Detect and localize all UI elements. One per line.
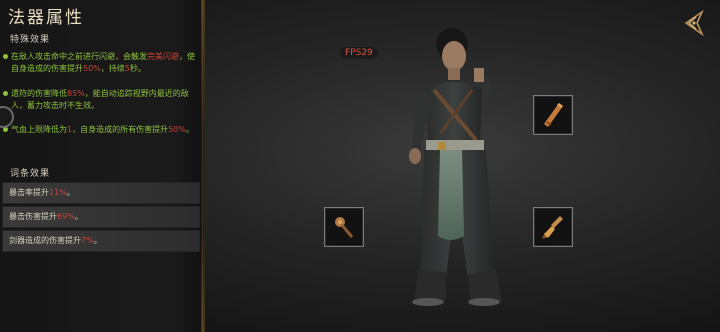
entry-effects-header: 词条效果 xyxy=(10,169,51,179)
special-effect-3: 气血上限降低为1，自身造成的所有伤害提升50%。 xyxy=(3,124,197,136)
item-attribute-panel: 法器属性 特殊效果 在敌人攻击命中之前进行闪避，会触发完美闪避，使自身造成的伤害… xyxy=(0,0,203,332)
entry-row-1: 暴击率提升11%。 xyxy=(2,182,200,204)
brush-item-icon xyxy=(542,216,563,239)
special-effects-header: 特殊效果 xyxy=(10,35,51,45)
bullet-icon xyxy=(3,91,8,96)
equip-slot-bottom-right[interactable] xyxy=(533,207,573,247)
equip-slot-top-right[interactable] xyxy=(533,95,573,135)
entry-row-3: 剑器造成的伤害提升7%。 xyxy=(2,230,200,252)
panel-title: 法器属性 xyxy=(8,8,84,28)
equip-slot-left[interactable] xyxy=(324,207,364,247)
back-button[interactable] xyxy=(678,8,708,38)
back-arrow-icon xyxy=(684,9,704,37)
staff-item-icon xyxy=(335,217,354,238)
fps-counter: FPS29 xyxy=(340,47,378,59)
panel-border xyxy=(201,0,205,332)
special-effect-1: 在敌人攻击命中之前进行闪避，会触发完美闪避，使自身造成的伤害提升50%，持续5秒… xyxy=(3,51,197,75)
character-model xyxy=(409,28,502,306)
scroll-item-icon xyxy=(544,103,563,127)
special-effect-2: 遗符的伤害降低85%，能自动追踪视野内最近的敌人，蓄力攻击时不生效。 xyxy=(3,88,197,112)
entry-row-2: 暴击伤害提升69%。 xyxy=(2,206,200,228)
bullet-icon xyxy=(3,54,8,59)
